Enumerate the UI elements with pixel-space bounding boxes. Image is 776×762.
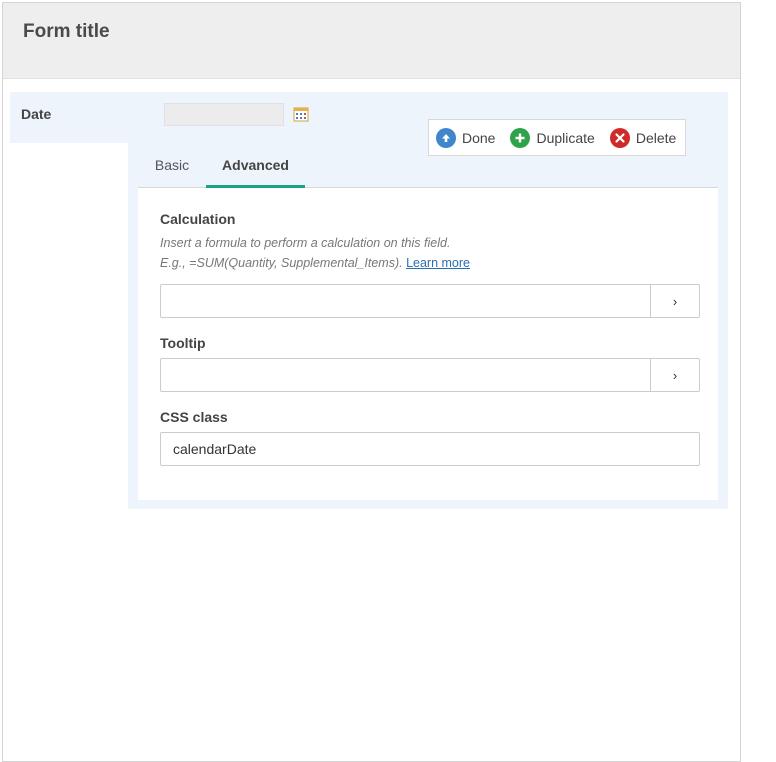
calculation-help-line2: E.g., =SUM(Quantity, Supplemental_Items)…	[160, 253, 470, 273]
tooltip-input[interactable]	[161, 359, 650, 391]
calculation-label: Calculation	[160, 211, 236, 227]
date-input[interactable]	[164, 103, 284, 126]
delete-button[interactable]: Delete	[609, 127, 677, 148]
calculation-input[interactable]	[161, 285, 650, 317]
learn-more-link[interactable]: Learn more	[406, 256, 470, 270]
calculation-expand-button[interactable]: ›	[650, 285, 699, 317]
done-button[interactable]: Done	[436, 127, 496, 148]
css-class-input[interactable]	[160, 432, 700, 466]
css-class-label: CSS class	[160, 409, 228, 425]
arrow-up-icon	[436, 127, 456, 148]
tooltip-input-group: ›	[160, 358, 700, 392]
done-label: Done	[462, 129, 496, 146]
calculation-input-group: ›	[160, 284, 700, 318]
tooltip-label: Tooltip	[160, 335, 206, 351]
tooltip-expand-button[interactable]: ›	[650, 359, 699, 391]
calendar-icon[interactable]	[293, 106, 309, 122]
editor-tabs: Basic Advanced	[138, 148, 718, 188]
duplicate-label: Duplicate	[536, 129, 595, 146]
delete-label: Delete	[635, 129, 677, 146]
calculation-help-example: E.g., =SUM(Quantity, Supplemental_Items)…	[160, 256, 403, 270]
form-header: Form title	[3, 3, 740, 79]
close-icon	[609, 127, 630, 148]
chevron-right-icon: ›	[672, 367, 678, 383]
form-title[interactable]: Form title	[23, 21, 110, 43]
plus-icon	[510, 127, 531, 148]
duplicate-button[interactable]: Duplicate	[510, 127, 595, 148]
chevron-right-icon: ›	[672, 293, 678, 309]
tab-basic[interactable]: Basic	[142, 148, 202, 188]
calculation-help-line1: Insert a formula to perform a calculatio…	[160, 236, 451, 250]
tab-advanced[interactable]: Advanced	[206, 148, 305, 188]
date-field-label: Date	[21, 106, 52, 122]
advanced-tab-content: Calculation Insert a formula to perform …	[138, 188, 718, 500]
